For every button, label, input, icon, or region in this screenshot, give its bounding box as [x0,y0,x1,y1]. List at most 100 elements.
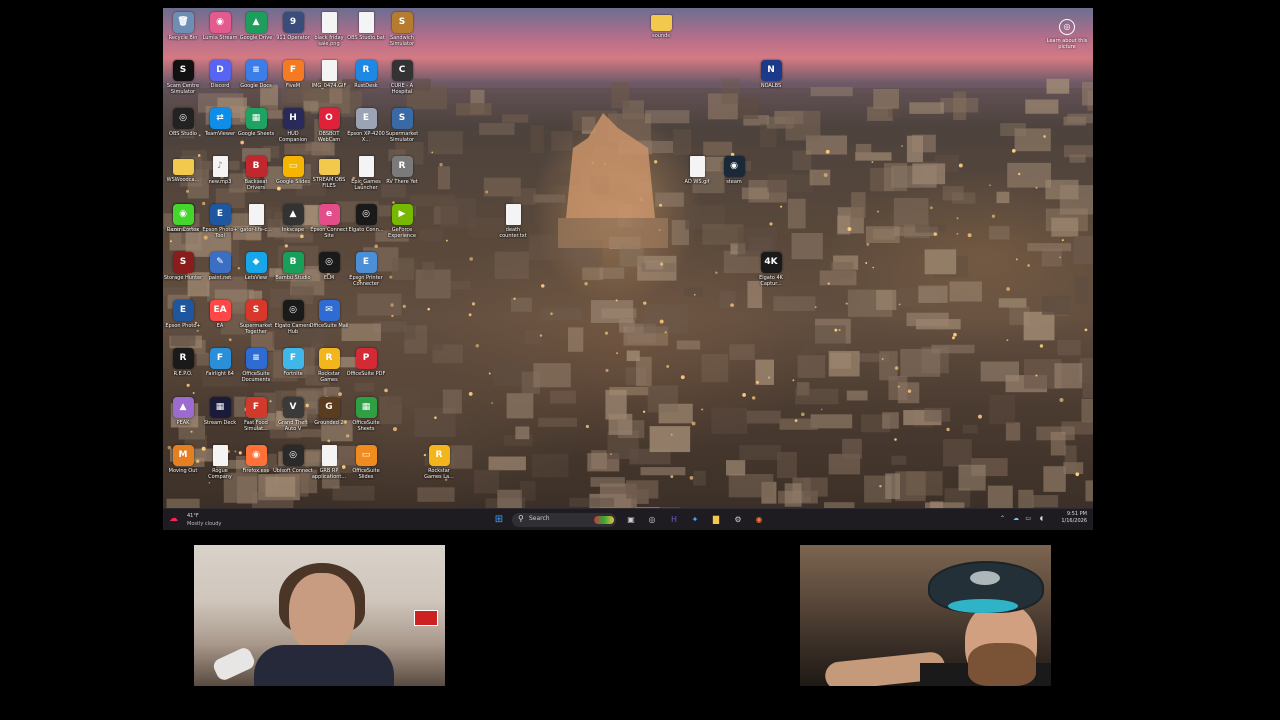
desktop-icon[interactable]: ≡ Google Docs [236,60,276,106]
desktop-icon[interactable]: E Epson Photo+ [163,300,203,346]
desktop-icon[interactable]: ◆ LetsView [236,252,276,298]
desktop-icon[interactable]: R Rockstar Games La... [419,445,459,491]
desktop-icon[interactable]: S Sandwich Simulator [382,12,422,58]
desktop-icon[interactable]: Rogue Company [200,445,240,491]
search-box[interactable]: ⚲ Search [512,513,616,527]
desktop-icon[interactable]: ▦ Stream Deck [200,397,240,443]
desktop-icon[interactable]: gator-life-c... [236,204,276,250]
desktop-icon[interactable]: AD WS.gif [677,156,717,202]
desktop-icon[interactable]: V Grand Theft Auto V [273,397,313,443]
desktop-icon[interactable]: F Fortnite [273,348,313,394]
learn-about-picture[interactable]: ◎ Learn about this picture [1045,14,1089,50]
desktop-icon[interactable]: F Fast Food Simulat... [236,397,276,443]
desktop-icon[interactable]: 🗑 Recycle Bin [163,12,203,58]
network-icon[interactable]: ▭ [1025,515,1031,522]
desktop-icon[interactable]: ≡ OfficeSuite Documents [236,348,276,394]
desktop-icon[interactable]: B Bambu Studio [273,252,313,298]
desktop-icon[interactable]: G Grounded 2 [309,397,349,443]
desktop-icon[interactable]: N NOALBS [751,60,791,106]
desktop-icon[interactable]: D Discord [200,60,240,106]
building-block [702,224,744,245]
hud-taskbar-icon[interactable]: H [668,514,680,526]
desktop-icon[interactable]: ◉ steam [714,156,754,202]
desktop-icon[interactable]: B Backseat Drivers [236,156,276,202]
street-light [877,210,879,213]
chevron-up-icon[interactable]: ⌃ [1000,515,1005,522]
desktop-icon[interactable]: E Epson Printer Connecter [346,252,386,298]
app-icon: ◆ [245,252,267,273]
desktop-icon[interactable]: ▭ Google Slides [273,156,313,202]
desktop-icon[interactable]: STREAM OBS FILES [309,156,349,202]
desktop-icon[interactable]: OBS Studio.bat [346,12,386,58]
desktop-icon-label: paint.net [208,275,232,281]
desktop-icon[interactable]: Epic Games Launcher [346,156,386,202]
volume-icon[interactable]: ◖ [1040,515,1043,522]
desktop-icon[interactable]: F Fairlight 64 [200,348,240,394]
desktop-icon-label: sounds [652,33,670,39]
desktop-icon[interactable]: black friday sale.png [309,12,349,58]
desktop-icon[interactable]: GRB RP applicationt... [309,445,349,491]
desktop-icon[interactable]: 9 911 Operator [273,12,313,58]
desktop-icon[interactable]: R R.E.P.O. [163,348,203,394]
desktop-icon[interactable]: ▦ Google Sheets [236,108,276,154]
desktop-icon[interactable]: S Supermarket Simulator [382,108,422,154]
desktop-icon[interactable]: R Rockstar Games [309,348,349,394]
desktop-icon[interactable]: R RV There Yet [382,156,422,202]
app-icon: D [209,60,231,81]
desktop-icon[interactable]: ▲ Inkscape [273,204,313,250]
building-block [488,456,526,471]
desktop-icon[interactable]: ◉ Razer Cortex [163,204,203,250]
start-button[interactable]: ⊞ [493,514,505,526]
desktop-icon[interactable]: ▭ OfficeSuite Slides [346,445,386,491]
desktop-icon[interactable]: ▲ PEAK [163,397,203,443]
app-icon [321,445,337,466]
desktop-icon[interactable]: F FiveM [273,60,313,106]
desktop-icon[interactable]: C CURE - A Hospital [382,60,422,106]
desktop-icon[interactable]: ✎ paint.net [200,252,240,298]
desktop-icon[interactable]: ▦ OfficeSuite Sheets [346,397,386,443]
copilot-taskbar-icon[interactable]: ✦ [689,514,701,526]
app-icon: P [355,348,377,369]
desktop-icon[interactable]: ◉ Lumia Stream [200,12,240,58]
street-light [666,365,670,368]
task-view-taskbar-icon[interactable]: ▣ [625,514,637,526]
desktop-icon[interactable]: ◎ OBS Studio [163,108,203,154]
desktop-icon[interactable]: ♪ new.mp3 [200,156,240,202]
desktop-icon[interactable]: H HUD Companion [273,108,313,154]
settings-taskbar-icon[interactable]: ⚙ [732,514,744,526]
onedrive-icon[interactable]: ☁ [1013,515,1019,522]
desktop-icon[interactable]: WSWoodca... [163,156,203,202]
desktop-icon[interactable]: death counter.txt [493,204,533,250]
desktop-icon[interactable]: ◎ ELM [309,252,349,298]
desktop-icon[interactable]: R RustDesk [346,60,386,106]
desktop-icon[interactable]: ▶ GeForce Experience [382,204,422,250]
building-block [626,480,659,499]
desktop-icon[interactable]: e Epson Connect Site [309,204,349,250]
desktop-icon[interactable]: ◎ Elgato Camera Hub [273,300,313,346]
obs-taskbar-icon[interactable]: ◎ [646,514,658,526]
street-light [693,293,696,296]
taskbar-clock[interactable]: 9:51 PM 1/16/2026 [1061,511,1087,525]
desktop-icon[interactable]: ✉ OfficeSuite Mail [309,300,349,346]
desktop-icon[interactable]: ◎ Elgato Conn... [346,204,386,250]
desktop-icon[interactable]: S Scam Centre Simulator [163,60,203,106]
desktop-icon[interactable]: ⇄ TeamViewer [200,108,240,154]
desktop-icon[interactable]: IMG_0474.GIF [309,60,349,106]
desktop-icon[interactable]: E Epson XP-4200 X... [346,108,386,154]
firefox-taskbar-icon[interactable]: ◉ [753,514,765,526]
desktop-icon[interactable]: E Epson Photo+ Tool [200,204,240,250]
desktop-icon[interactable]: S Supermarket Together [236,300,276,346]
file-explorer-taskbar-icon[interactable]: ▇ [710,514,722,526]
desktop-icon[interactable]: ◎ Ubisoft Connect [273,445,313,491]
desktop-icon[interactable]: ◉ Firefox.exe [236,445,276,491]
desktop-icon[interactable]: M Moving Out [163,445,203,491]
desktop-icon[interactable]: 4K Elgato 4K Captur... [751,252,791,298]
desktop-icon[interactable]: S Storage Hunter [163,252,203,298]
desktop-icon[interactable]: ▲ Google Drive [236,12,276,58]
desktop-icon[interactable]: sounds [641,12,681,58]
desktop-icon[interactable]: O OBSBOT WebCam [309,108,349,154]
street-light [989,184,991,187]
desktop-icon-label: 911 Operator [276,35,310,41]
desktop-icon[interactable]: P OfficeSuite PDF [346,348,386,394]
desktop-icon[interactable]: EA EA [200,300,240,346]
